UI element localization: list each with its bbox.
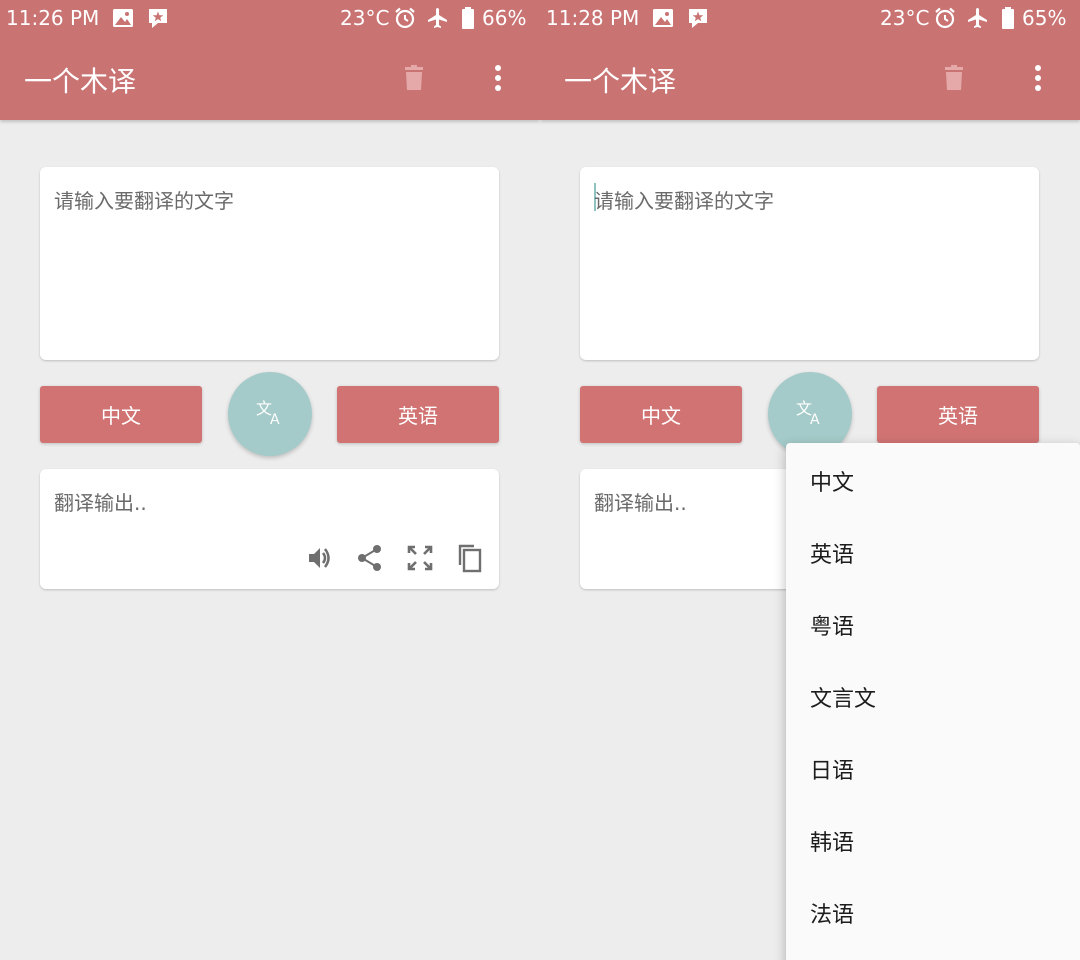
source-language-button[interactable]: 中文 (580, 386, 742, 443)
input-placeholder: 请输入要翻译的文字 (54, 189, 234, 213)
status-bar: 11:28 PM 23°C 65% (540, 0, 1080, 36)
translate-icon: 文A (255, 397, 285, 431)
status-temperature: 23°C (880, 6, 930, 30)
status-time: 11:26 PM (6, 6, 100, 30)
copy-icon[interactable] (455, 543, 485, 573)
status-bar: 11:26 PM 23°C 66% (0, 0, 540, 36)
language-dropdown-menu: 中文 英语 粤语 文言文 日语 韩语 法语 (786, 443, 1080, 960)
input-placeholder: 请输入要翻译的文字 (594, 189, 774, 213)
status-time: 11:28 PM (546, 6, 640, 30)
airplane-mode-icon (426, 6, 450, 30)
screen-main: 11:26 PM 23°C 66% 一个木译 请输入要翻译的文字 中文 文 A … (0, 0, 540, 960)
status-temperature: 23°C (340, 6, 390, 30)
trash-icon[interactable] (398, 62, 430, 94)
alarm-icon (933, 6, 957, 30)
translate-button[interactable]: 文A (228, 372, 312, 456)
notification-app-icon (146, 6, 170, 30)
menu-item-japanese[interactable]: 日语 (810, 753, 854, 785)
source-language-button[interactable]: 中文 (40, 386, 202, 443)
image-icon (111, 6, 135, 30)
target-language-button[interactable]: 英语 (337, 386, 499, 443)
screen-language-menu: 11:28 PM 23°C 65% 一个木译 请输入要翻译的文字 中文 文 A … (540, 0, 1080, 960)
more-vertical-icon[interactable] (1022, 62, 1054, 94)
translate-icon: 文A (795, 397, 825, 431)
svg-text:A: A (270, 412, 280, 427)
fullscreen-icon[interactable] (405, 543, 435, 573)
alarm-icon (393, 6, 417, 30)
app-title: 一个木译 (564, 65, 677, 98)
output-panel: 翻译输出.. (40, 469, 499, 589)
airplane-mode-icon (966, 6, 990, 30)
app-header: 11:26 PM 23°C 66% 一个木译 (0, 0, 540, 120)
image-icon (651, 6, 675, 30)
app-title: 一个木译 (24, 65, 137, 98)
battery-icon (1000, 6, 1016, 30)
battery-percent: 66% (482, 6, 527, 30)
trash-icon[interactable] (938, 62, 970, 94)
input-field[interactable]: 请输入要翻译的文字 (580, 167, 1039, 360)
menu-item-korean[interactable]: 韩语 (810, 825, 854, 857)
input-field[interactable]: 请输入要翻译的文字 (40, 167, 499, 360)
more-vertical-icon[interactable] (482, 62, 514, 94)
target-language-button[interactable]: 英语 (877, 386, 1039, 443)
svg-text:A: A (810, 412, 820, 427)
menu-item-classical-chinese[interactable]: 文言文 (810, 681, 876, 713)
share-icon[interactable] (355, 543, 385, 573)
app-header: 11:28 PM 23°C 65% 一个木译 (540, 0, 1080, 120)
output-text: 翻译输出.. (594, 491, 687, 515)
menu-item-english[interactable]: 英语 (810, 537, 854, 569)
battery-percent: 65% (1022, 6, 1067, 30)
output-text: 翻译输出.. (54, 491, 147, 515)
battery-icon (460, 6, 476, 30)
menu-item-cantonese[interactable]: 粤语 (810, 609, 854, 641)
notification-app-icon (686, 6, 710, 30)
menu-item-chinese[interactable]: 中文 (810, 465, 854, 497)
menu-item-french[interactable]: 法语 (810, 897, 854, 929)
volume-icon[interactable] (305, 543, 335, 573)
